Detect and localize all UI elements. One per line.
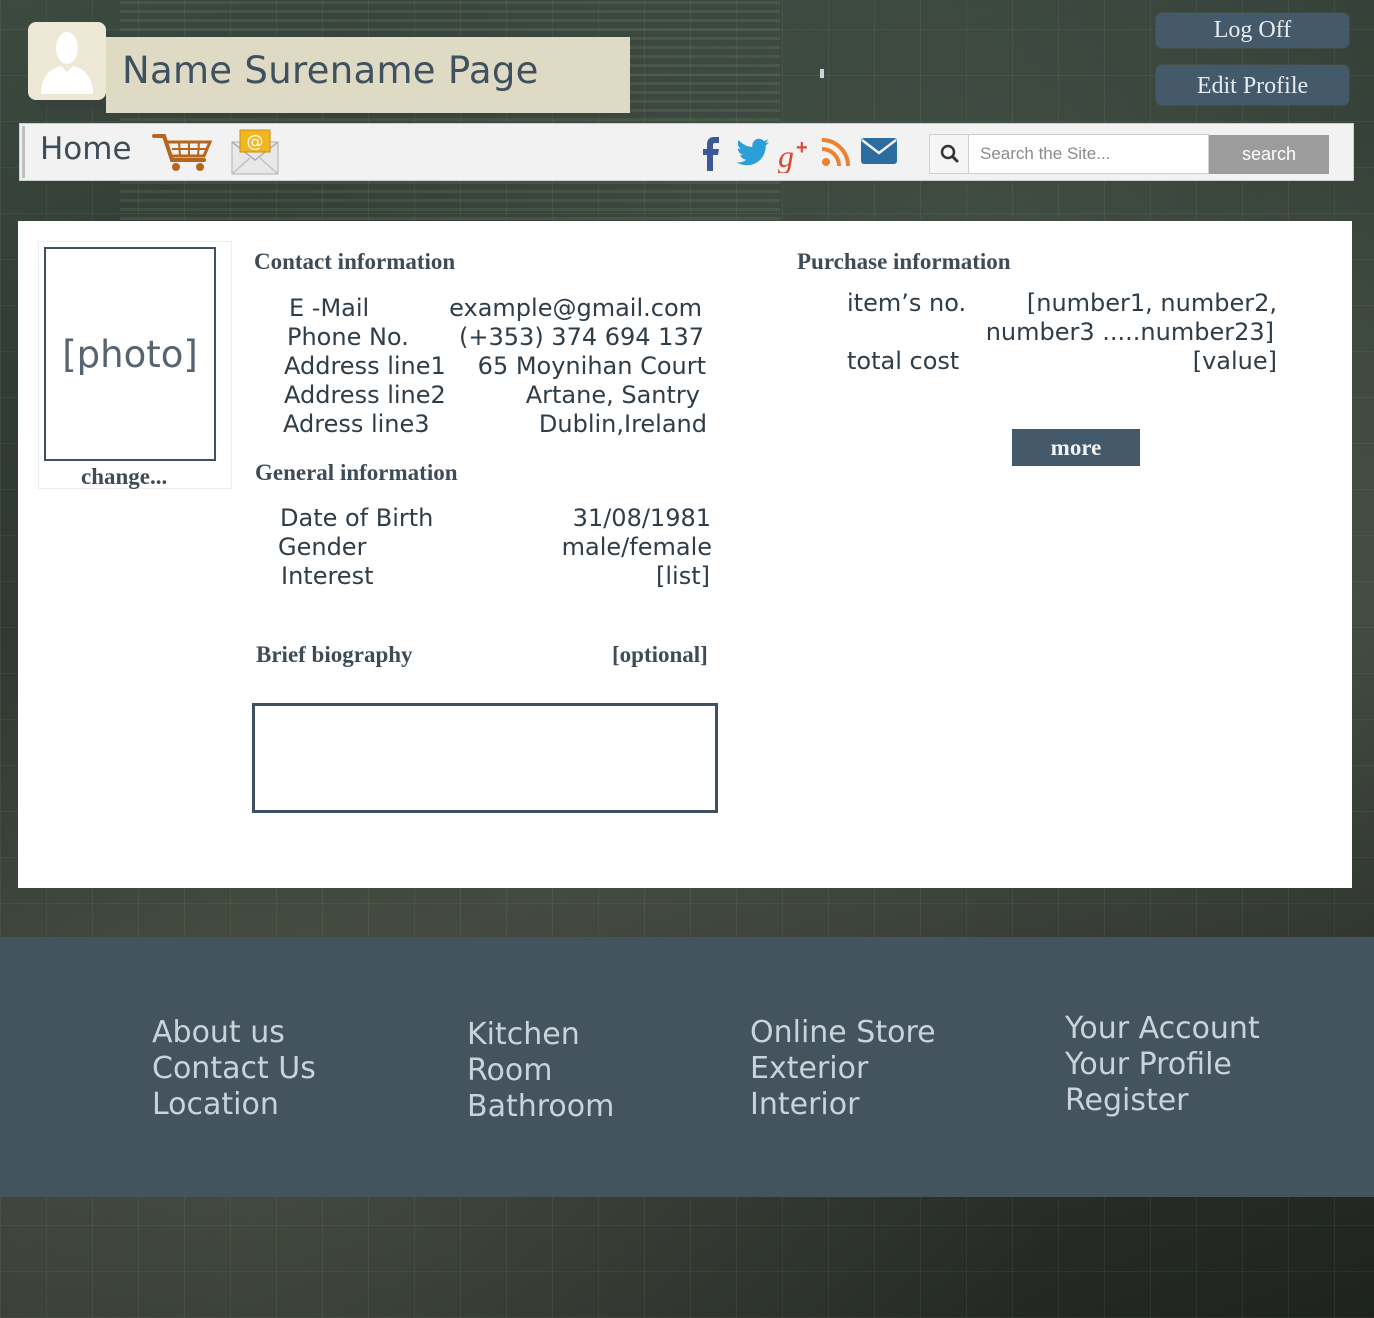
- dob-label: Date of Birth: [280, 504, 434, 532]
- address-line1-label: Address line1: [284, 352, 446, 380]
- footer-link-your-account[interactable]: Your Account: [1065, 1011, 1260, 1047]
- footer-link-about[interactable]: About us: [152, 1015, 316, 1051]
- nav-bar: Home @ g + s: [19, 123, 1354, 181]
- nav-divider: [22, 126, 25, 178]
- items-value-line1: [number1, number2,: [1026, 289, 1277, 317]
- avatar: [28, 22, 106, 100]
- phone-label: Phone No.: [287, 323, 409, 351]
- email-label: E -Mail: [289, 294, 370, 322]
- facebook-icon[interactable]: [700, 137, 724, 173]
- footer-link-your-profile[interactable]: Your Profile: [1065, 1047, 1260, 1083]
- log-off-button[interactable]: Log Off: [1156, 13, 1349, 48]
- footer-link-register[interactable]: Register: [1065, 1083, 1260, 1119]
- footer-column-rooms: Kitchen Room Bathroom: [467, 1017, 614, 1125]
- address-line3-label: Adress line3: [283, 410, 430, 438]
- general-info-title: General information: [255, 460, 458, 485]
- footer-link-contact[interactable]: Contact Us: [152, 1051, 316, 1087]
- gender-value: male/female: [561, 533, 712, 561]
- items-label: item’s no.: [847, 289, 967, 317]
- address-line1-value: 65 Moynihan Court: [477, 352, 706, 380]
- email-icon[interactable]: @: [230, 128, 280, 176]
- address-line2-value: Artane, Santry: [525, 381, 700, 409]
- svg-text:+: +: [796, 137, 808, 159]
- interest-label: Interest: [281, 562, 374, 590]
- bio-textarea[interactable]: [252, 703, 718, 813]
- profile-photo[interactable]: [photo]: [44, 247, 216, 461]
- total-cost-label: total cost: [847, 347, 960, 375]
- purchase-info-title: Purchase information: [797, 249, 1011, 274]
- footer-link-online-store[interactable]: Online Store: [750, 1015, 936, 1051]
- twitter-icon[interactable]: [736, 137, 770, 167]
- gender-label: Gender: [278, 533, 367, 561]
- search-icon-box[interactable]: [929, 134, 969, 174]
- page-title: Name Surename Page: [122, 49, 539, 92]
- total-cost-value: [value]: [1192, 347, 1277, 375]
- items-value-line2: number3 .....number23]: [985, 318, 1274, 346]
- footer: About us Contact Us Location Kitchen Roo…: [0, 937, 1374, 1197]
- photo-placeholder: [photo]: [62, 333, 198, 376]
- email-value: example@gmail.com: [449, 294, 702, 322]
- user-silhouette-icon: [41, 32, 93, 94]
- edit-profile-button[interactable]: Edit Profile: [1156, 65, 1349, 105]
- address-line2-label: Address line2: [284, 381, 446, 409]
- contact-info-title: Contact information: [254, 249, 456, 274]
- interest-value: [list]: [656, 562, 710, 590]
- footer-column-account: Your Account Your Profile Register: [1065, 1011, 1260, 1119]
- google-plus-icon[interactable]: g +: [777, 137, 817, 173]
- bio-title: Brief biography: [256, 642, 413, 667]
- home-link[interactable]: Home: [40, 131, 132, 167]
- footer-link-location[interactable]: Location: [152, 1087, 316, 1123]
- footer-link-exterior[interactable]: Exterior: [750, 1051, 936, 1087]
- footer-column-store: Online Store Exterior Interior: [750, 1015, 936, 1123]
- bio-optional-note: [optional]: [612, 642, 708, 667]
- svg-text:@: @: [247, 132, 264, 152]
- rss-icon[interactable]: [821, 137, 851, 167]
- change-photo-link[interactable]: change...: [81, 464, 167, 490]
- footer-column-company: About us Contact Us Location: [152, 1015, 316, 1123]
- envelope-icon[interactable]: [860, 137, 898, 165]
- page-title-bar: Name Surename Page: [106, 37, 630, 113]
- footer-link-room[interactable]: Room: [467, 1053, 614, 1089]
- dob-value: 31/08/1981: [572, 504, 711, 532]
- footer-link-interior[interactable]: Interior: [750, 1087, 936, 1123]
- footer-link-kitchen[interactable]: Kitchen: [467, 1017, 614, 1053]
- address-line3-value: Dublin,Ireland: [538, 410, 707, 438]
- search-button[interactable]: search: [1209, 135, 1329, 174]
- svg-text:g: g: [778, 138, 794, 173]
- footer-link-bathroom[interactable]: Bathroom: [467, 1089, 614, 1125]
- cart-icon[interactable]: [152, 130, 214, 174]
- phone-value: (+353) 374 694 137: [459, 323, 704, 351]
- photo-panel: [photo] change...: [38, 241, 232, 489]
- main-content: [photo] change... Contact information E …: [18, 221, 1352, 888]
- search-icon: [940, 144, 959, 163]
- more-button[interactable]: more: [1012, 429, 1140, 466]
- marker: [820, 69, 824, 78]
- search-input[interactable]: [969, 134, 1209, 174]
